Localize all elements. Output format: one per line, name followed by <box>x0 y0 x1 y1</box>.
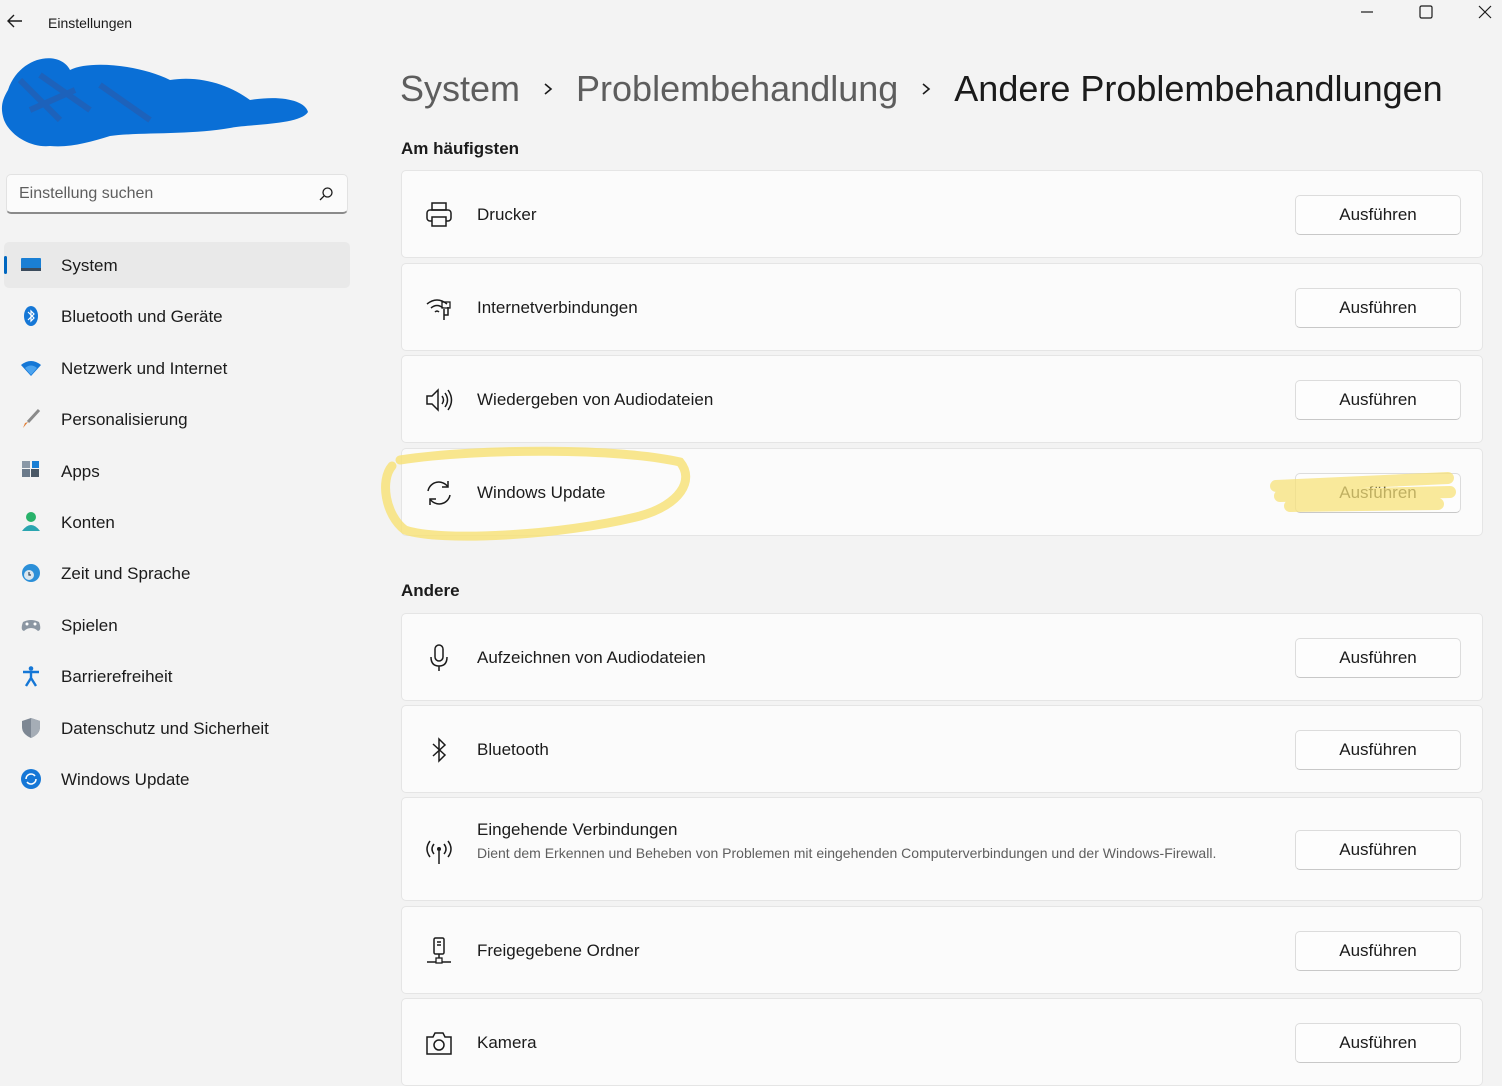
chevron-right-icon <box>520 71 576 107</box>
printer-icon <box>426 202 452 227</box>
sidebar-item-accessibility[interactable]: Barrierefreiheit <box>4 653 350 699</box>
sidebar-item-label: System <box>61 256 118 275</box>
sidebar-nav: System Bluetooth und Geräte Netzwerk und… <box>4 242 350 807</box>
run-button-audio-playback[interactable]: Ausführen <box>1295 380 1461 420</box>
chevron-right-icon <box>898 71 954 107</box>
page-title: Andere Problembehandlungen <box>954 68 1443 109</box>
network-drive-icon <box>427 937 451 964</box>
search-icon[interactable] <box>317 185 335 203</box>
speaker-icon <box>426 388 453 412</box>
run-button-camera[interactable]: Ausführen <box>1295 1023 1461 1063</box>
sidebar-item-personalization[interactable]: Personalisierung <box>4 396 350 442</box>
microphone-icon <box>430 644 448 671</box>
section-heading-other: Andere <box>401 581 460 600</box>
app-title: Einstellungen <box>48 15 133 31</box>
sidebar-item-label: Zeit und Sprache <box>61 564 191 584</box>
sidebar-item-accounts[interactable]: Konten <box>4 499 350 545</box>
globe-clock-icon <box>22 564 40 583</box>
sidebar-item-label: Bluetooth und Geräte <box>61 307 223 327</box>
apps-icon <box>22 460 39 477</box>
sidebar-item-label: Datenschutz und Sicherheit <box>61 718 269 738</box>
sidebar-item-gaming[interactable]: Spielen <box>4 602 350 648</box>
back-arrow-icon[interactable] <box>4 10 26 32</box>
section-heading-common: Am häufigsten <box>401 139 520 158</box>
title-bar: Einstellungen <box>0 0 1502 46</box>
sidebar-item-label: Apps <box>61 461 100 481</box>
troubleshooter-card-audio-playback: Wiedergeben von Audiodateien Ausführen <box>401 355 1483 443</box>
sidebar-item-label: Personalisierung <box>61 410 188 430</box>
search-input[interactable] <box>19 183 309 205</box>
sidebar-item-windows-update[interactable]: Windows Update <box>4 756 350 802</box>
refresh-icon <box>427 481 451 505</box>
camera-icon <box>426 1032 452 1055</box>
breadcrumb: System Problembehandlung Andere Problemb… <box>400 66 1443 112</box>
sidebar-item-system[interactable]: System <box>4 242 350 288</box>
antenna-icon <box>426 840 452 864</box>
troubleshooter-title: Bluetooth <box>477 740 549 759</box>
troubleshooter-description: Dient dem Erkennen und Beheben von Probl… <box>477 845 1217 861</box>
troubleshooter-title: Drucker <box>477 205 537 224</box>
sidebar-item-label: Windows Update <box>61 769 190 789</box>
troubleshooter-card-windows-update: Windows Update Ausführen <box>401 448 1483 536</box>
run-button-bluetooth[interactable]: Ausführen <box>1295 730 1461 770</box>
run-button-shared-folders[interactable]: Ausführen <box>1295 931 1461 971</box>
sidebar-item-label: Barrierefreiheit <box>61 667 173 687</box>
breadcrumb-item-system[interactable]: System <box>400 68 520 110</box>
sidebar-item-network[interactable]: Netzwerk und Internet <box>4 345 350 391</box>
windows-update-icon <box>21 768 41 789</box>
troubleshooter-card-internet: Internetverbindungen Ausführen <box>401 263 1483 351</box>
troubleshooter-card-camera: Kamera Ausführen <box>401 998 1483 1086</box>
troubleshooter-card-printer: Drucker Ausführen <box>401 170 1483 258</box>
troubleshooter-title: Aufzeichnen von Audiodateien <box>477 648 706 667</box>
run-button-internet[interactable]: Ausführen <box>1295 288 1461 328</box>
account-icon <box>22 511 40 531</box>
troubleshooter-title: Internetverbindungen <box>477 298 638 317</box>
sidebar-item-label: Netzwerk und Internet <box>61 358 228 378</box>
wifi-icon <box>21 360 41 376</box>
sidebar-item-privacy-security[interactable]: Datenschutz und Sicherheit <box>4 705 350 751</box>
run-button-printer[interactable]: Ausführen <box>1295 195 1461 235</box>
system-icon <box>21 258 41 271</box>
sidebar-item-label: Spielen <box>61 615 118 635</box>
bluetooth-icon <box>24 306 38 327</box>
avatar <box>1 58 308 147</box>
maximize-icon[interactable] <box>1417 3 1435 21</box>
accessibility-icon <box>23 666 39 687</box>
troubleshooter-title: Wiedergeben von Audiodateien <box>477 390 714 409</box>
brush-icon <box>23 409 41 429</box>
sidebar-item-apps[interactable]: Apps <box>4 448 350 494</box>
run-button-incoming-connections[interactable]: Ausführen <box>1295 830 1461 870</box>
troubleshooter-card-bluetooth: Bluetooth Ausführen <box>401 705 1483 793</box>
troubleshooter-title: Windows Update <box>477 483 606 502</box>
troubleshooter-title: Kamera <box>477 1033 537 1052</box>
sidebar-item-label: Konten <box>61 512 115 532</box>
gamepad-icon <box>21 619 41 631</box>
shield-icon <box>22 717 40 738</box>
run-button-audio-recording[interactable]: Ausführen <box>1295 638 1461 678</box>
close-icon[interactable] <box>1476 3 1494 21</box>
run-button-windows-update[interactable]: Ausführen <box>1295 473 1461 513</box>
troubleshooter-title: Freigegebene Ordner <box>477 941 640 960</box>
troubleshooter-title: Eingehende Verbindungen <box>477 820 678 839</box>
settings-search-box[interactable] <box>6 174 348 214</box>
sidebar-item-bluetooth[interactable]: Bluetooth und Geräte <box>4 293 350 339</box>
troubleshooter-card-audio-recording: Aufzeichnen von Audiodateien Ausführen <box>401 613 1483 701</box>
troubleshooter-card-shared-folders: Freigegebene Ordner Ausführen <box>401 906 1483 994</box>
wifi-troubleshoot-icon <box>426 299 451 320</box>
breadcrumb-item-troubleshoot[interactable]: Problembehandlung <box>576 68 898 110</box>
sidebar-item-time-language[interactable]: Zeit und Sprache <box>4 550 350 596</box>
minimize-icon[interactable] <box>1358 3 1376 21</box>
troubleshooter-card-incoming-connections: Eingehende Verbindungen Dient dem Erkenn… <box>401 797 1483 901</box>
bluetooth-outline-icon <box>432 737 447 763</box>
